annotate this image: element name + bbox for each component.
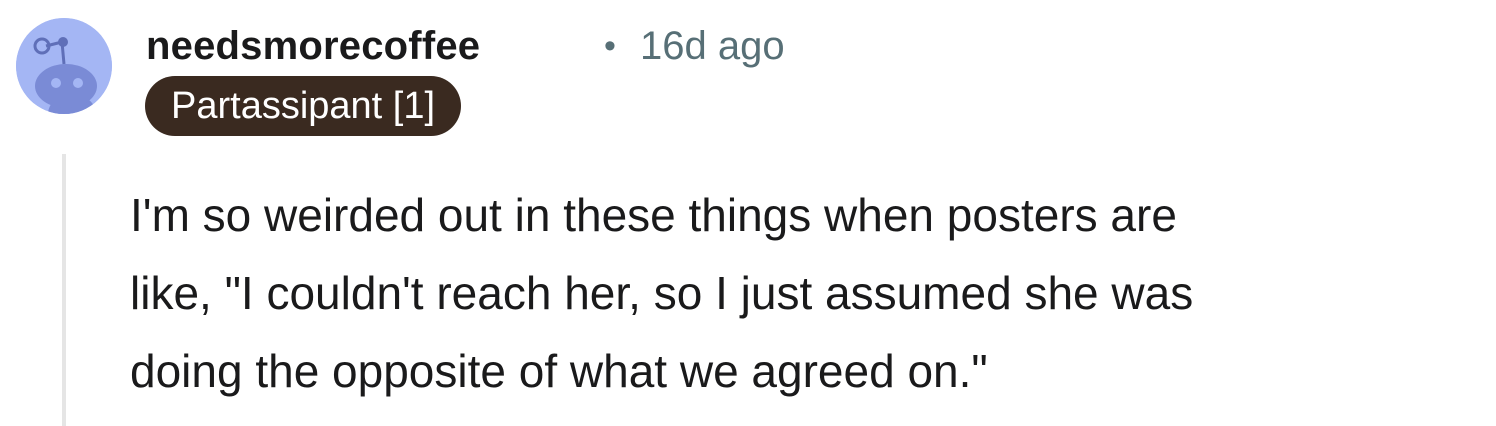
thread-line[interactable] — [62, 154, 66, 426]
comment-body-line: doing the opposite of what we agreed on.… — [130, 345, 988, 397]
reddit-snoo-icon — [16, 18, 112, 114]
comment-body-line: I'm so weirded out in these things when … — [130, 189, 1177, 241]
comment-body-line: like, "I couldn't reach her, so I just a… — [130, 267, 1194, 319]
username[interactable]: needsmorecoffee — [146, 22, 480, 70]
comment: needsmorecoffee • 16d ago Partassipant [… — [0, 0, 1496, 426]
meta-separator: • — [604, 27, 616, 65]
user-flair: Partassipant [1] — [145, 76, 462, 136]
avatar[interactable] — [16, 18, 112, 114]
comment-body: I'm so weirded out in these things when … — [130, 176, 1480, 410]
timestamp[interactable]: 16d ago — [640, 22, 785, 70]
